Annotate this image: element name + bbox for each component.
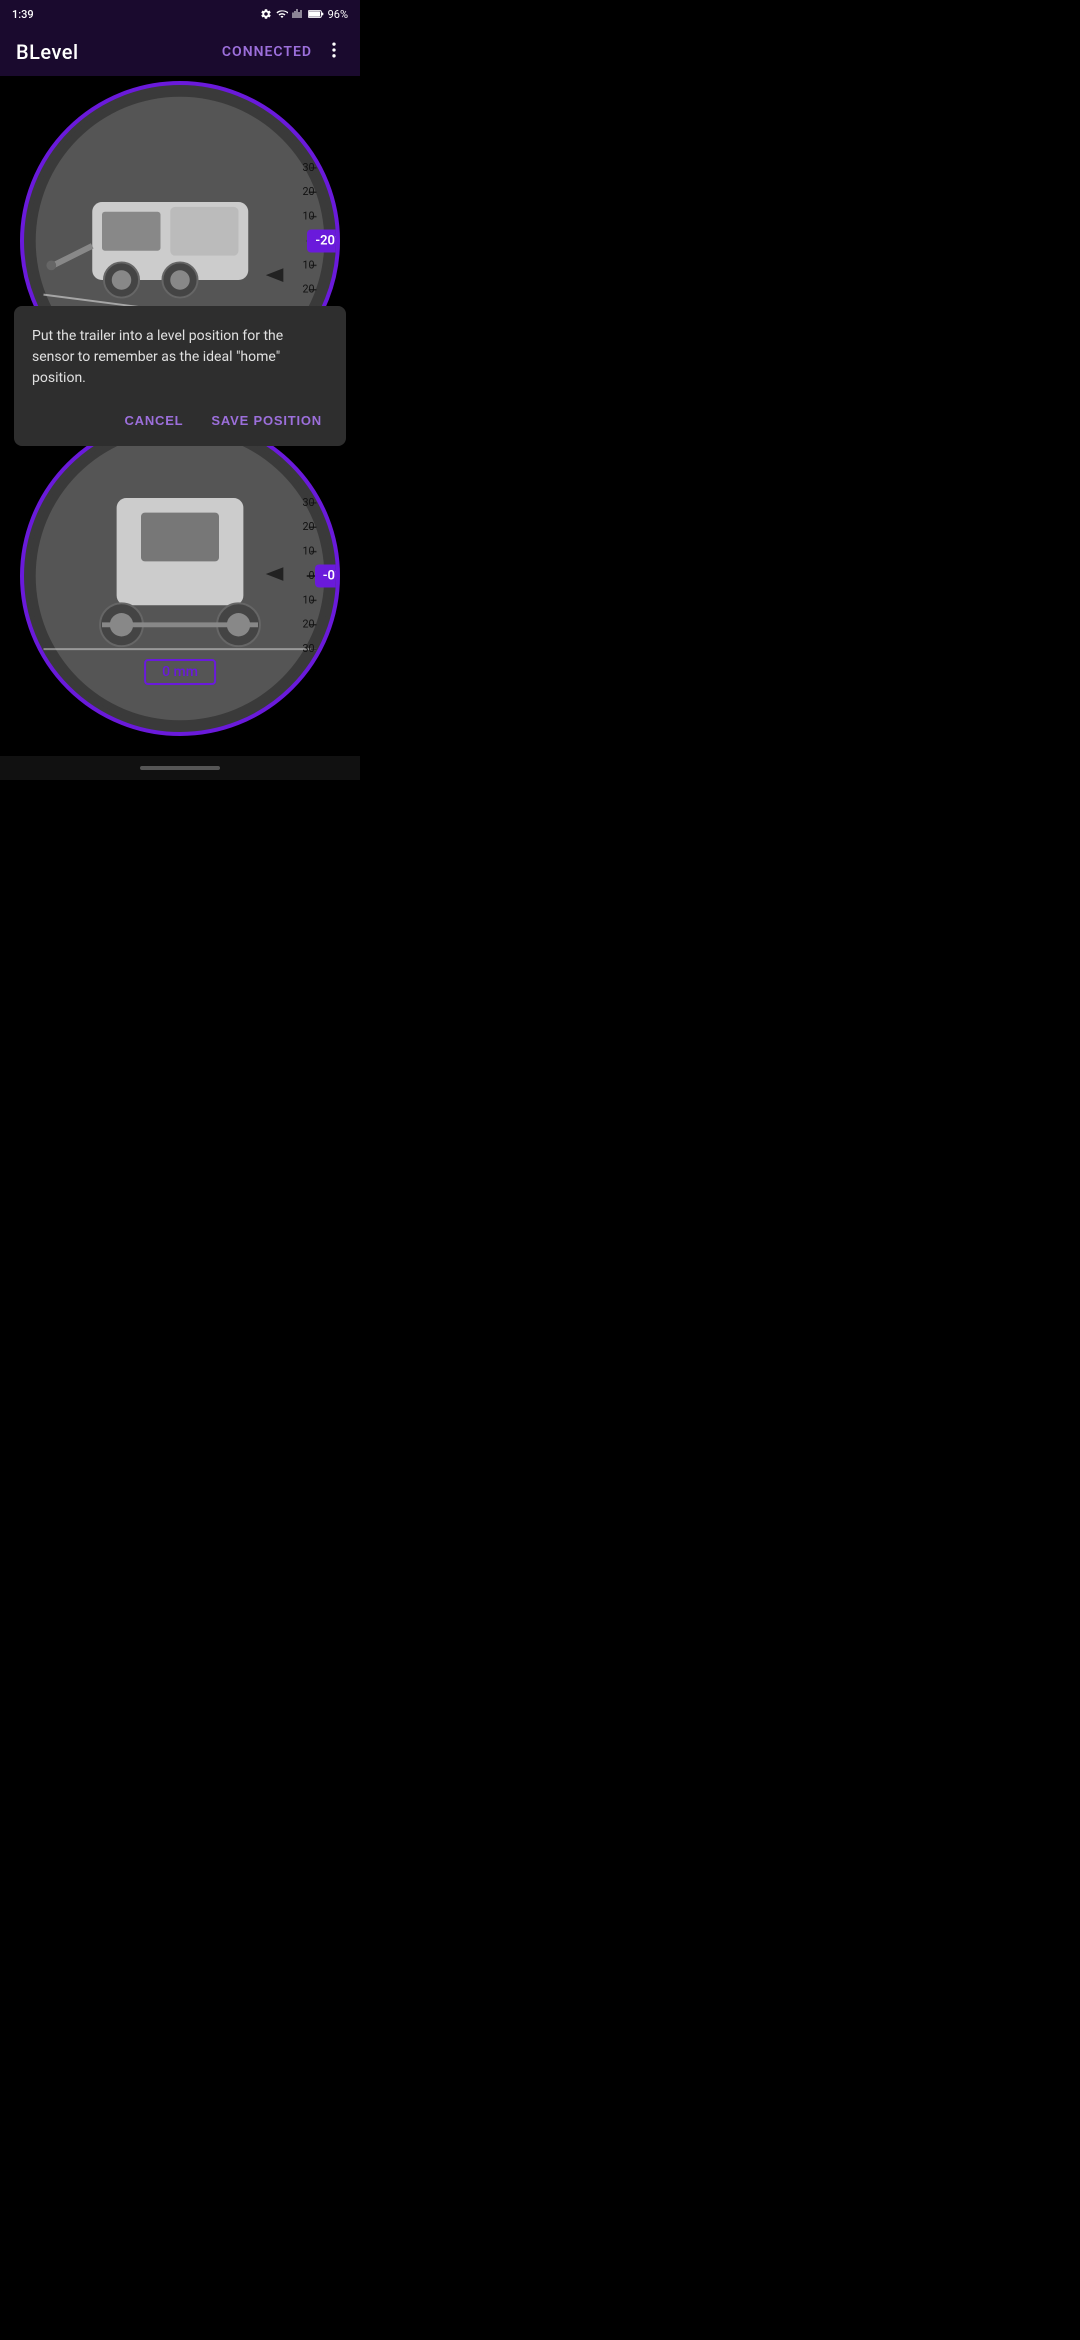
svg-text:40: 40 [302, 666, 314, 679]
wifi-icon [276, 8, 288, 20]
svg-text:40: 40 [302, 471, 314, 484]
angle-badge-top: -20° [307, 230, 340, 253]
status-time: 1:39 [12, 8, 34, 21]
svg-text:30: 30 [302, 642, 314, 655]
main-content: 40 30 20 10 0 10 [0, 76, 360, 780]
app-bar: BLevel CONNECTED [0, 28, 360, 76]
signal-icon [292, 8, 304, 20]
svg-text:30: 30 [302, 496, 314, 509]
svg-text:0: 0 [309, 569, 315, 582]
save-position-button[interactable]: SAVE POSITION [205, 409, 328, 432]
svg-text:30: 30 [302, 161, 314, 174]
angle-badge-bottom: -0° [315, 565, 340, 588]
connected-status: CONNECTED [222, 44, 312, 60]
svg-text:10: 10 [302, 258, 314, 271]
status-icons: 96% [260, 8, 348, 21]
app-bar-right: CONNECTED [222, 36, 348, 69]
battery-icon [308, 8, 324, 20]
status-bar: 1:39 96% [0, 0, 360, 28]
svg-text:10: 10 [302, 210, 314, 223]
app-title: BLevel [16, 40, 79, 64]
svg-text:20: 20 [302, 618, 314, 631]
cancel-button[interactable]: CANCEL [118, 409, 189, 432]
svg-text:20: 20 [302, 283, 314, 296]
dialog: Put the trailer into a level position fo… [14, 306, 346, 446]
svg-text:20: 20 [302, 185, 314, 198]
dialog-actions: CANCEL SAVE POSITION [32, 409, 328, 432]
svg-text:20: 20 [302, 520, 314, 533]
gauge-circle-bottom: 40 30 20 10 0 10 20 30 40 [20, 416, 340, 736]
nav-bar [0, 756, 360, 780]
settings-icon [260, 8, 272, 20]
mm-badge: 0 mm [144, 659, 216, 685]
svg-text:10: 10 [302, 593, 314, 606]
menu-icon[interactable] [320, 36, 348, 69]
nav-pill [140, 766, 220, 770]
gauge-bottom: 40 30 20 10 0 10 20 30 40 [0, 411, 360, 741]
svg-text:10: 10 [302, 545, 314, 558]
svg-text:40: 40 [302, 136, 314, 149]
battery-percent: 96% [328, 8, 348, 21]
dialog-message: Put the trailer into a level position fo… [32, 326, 328, 389]
